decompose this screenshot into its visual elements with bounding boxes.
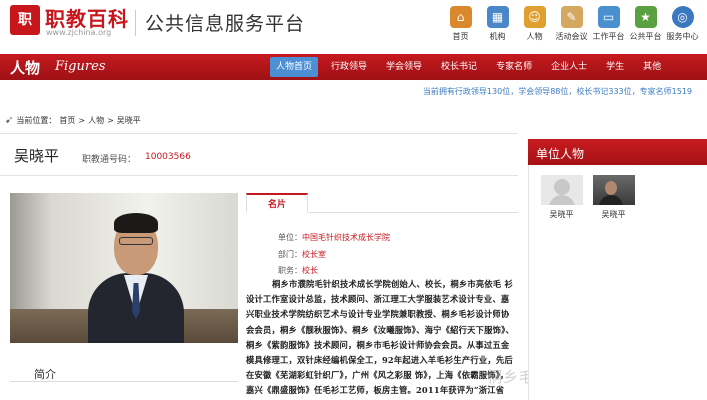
tab-intro-label: 简介	[34, 368, 56, 381]
field-value[interactable]: 校长室	[302, 250, 326, 259]
monitor-icon: ▭	[597, 6, 620, 28]
topnav-label: 人物	[526, 32, 543, 41]
field-label: 部门：	[278, 250, 302, 259]
breadcrumb-current: 吴晓平	[116, 116, 141, 125]
field-department: 部门：校长室	[278, 249, 326, 260]
field-value[interactable]: 校长	[302, 266, 318, 275]
nav-principals[interactable]: 校长书记	[435, 57, 483, 77]
section-title: 人物	[10, 59, 41, 77]
platform-title: 公共信息服务平台	[145, 13, 306, 35]
topnav-home[interactable]: ⌂ 首页	[442, 6, 479, 42]
person-photo	[10, 193, 238, 343]
bio-text: 桐乡市濮院毛针织技术成长学院创始人、校长，桐乡市亮依毛 衫设计工作室设计总监，技…	[246, 279, 514, 396]
nav-society-leaders[interactable]: 学会领导	[380, 57, 428, 77]
topnav-label: 服务中心	[666, 32, 699, 41]
side-panel-header: 单位人物	[528, 139, 707, 165]
nav-business[interactable]: 企业人士	[545, 57, 593, 77]
side-person-name: 吴晓平	[601, 210, 626, 219]
side-person[interactable]: 吴晓平	[591, 175, 636, 220]
nav-students[interactable]: 学生	[600, 57, 630, 77]
breadcrumb-home[interactable]: 首页	[59, 115, 75, 126]
nav-experts[interactable]: 专家名师	[490, 57, 538, 77]
nav-people-home[interactable]: 人物首页	[270, 57, 319, 77]
tab-card[interactable]: 名片	[246, 193, 308, 213]
reg-number-value: 10003566	[145, 152, 191, 162]
topnav-label: 工作平台	[592, 32, 625, 41]
divider	[0, 175, 518, 176]
breadcrumb-separator: >	[107, 116, 114, 125]
tab-intro[interactable]: 简介	[10, 358, 238, 382]
avatar	[592, 175, 635, 205]
people-icon: ☺	[523, 6, 546, 28]
top-nav: ⌂ 首页 ▦ 机构 ☺ 人物 ✎ 活动会议 ▭ 工作平台 ★ 公共平台 ◎ 服务…	[442, 6, 701, 42]
topnav-label: 机构	[489, 32, 506, 41]
breadcrumb: ➹ 当前位置： 首页 > 人物 > 吴晓平	[5, 115, 141, 126]
topnav-label: 公共平台	[629, 32, 662, 41]
section-navbar: 人物 Figures 人物首页 行政领导 学会领导 校长书记 专家名师 企业人士…	[0, 54, 707, 80]
topnav-institution[interactable]: ▦ 机构	[479, 6, 516, 42]
field-unit: 单位：中国毛针织技术成长学院	[278, 232, 390, 243]
side-person[interactable]: 吴晓平	[539, 175, 584, 220]
field-position: 职务：校长	[278, 265, 318, 276]
topnav-label: 活动会议	[555, 32, 588, 41]
side-panel-title: 单位人物	[536, 147, 585, 161]
topnav-workspace[interactable]: ▭ 工作平台	[590, 6, 627, 42]
person-name: 吴晓平	[14, 147, 60, 165]
topnav-service[interactable]: ◎ 服务中心	[664, 6, 701, 42]
field-value[interactable]: 中国毛针织技术成长学院	[302, 233, 390, 242]
card-tabs: 名片	[246, 193, 518, 213]
stats-text: 当前拥有行政领导130位，学会领导88位，校长书记333位，专家名师1519	[422, 87, 692, 96]
field-label: 单位：	[278, 233, 302, 242]
nav-other[interactable]: 其他	[637, 57, 667, 77]
topnav-public[interactable]: ★ 公共平台	[627, 6, 664, 42]
breadcrumb-separator: >	[78, 116, 86, 125]
breadcrumb-label: 当前位置：	[16, 116, 57, 125]
breadcrumb-people[interactable]: 人物	[88, 115, 104, 126]
home-icon: ⌂	[449, 6, 472, 28]
topnav-label: 首页	[452, 32, 469, 41]
logo-url: www.zjchina.org	[46, 28, 112, 37]
section-title-en: Figures	[55, 59, 106, 74]
clipboard-icon: ✎	[560, 6, 583, 28]
reg-number-label: 职教通号码：	[82, 155, 137, 165]
section-nav-items: 人物首页 行政领导 学会领导 校长书记 专家名师 企业人士 学生 其他	[270, 57, 674, 77]
divider	[0, 133, 518, 134]
side-panel: 吴晓平 吴晓平	[528, 165, 707, 400]
site-header: 职 职教百科 www.zjchina.org 公共信息服务平台 ⌂ 首页 ▦ 机…	[0, 0, 707, 50]
location-pin-icon: ➹	[5, 115, 14, 126]
topnav-events[interactable]: ✎ 活动会议	[553, 6, 590, 42]
globe-icon: ◎	[671, 6, 694, 28]
topnav-people[interactable]: ☺ 人物	[516, 6, 553, 42]
logo-divider	[135, 10, 136, 36]
logo-icon[interactable]: 职	[10, 5, 40, 35]
nav-admin-leaders[interactable]: 行政领导	[325, 57, 373, 77]
side-person-name: 吴晓平	[549, 210, 574, 219]
avatar	[540, 175, 583, 205]
star-icon: ★	[634, 6, 657, 28]
field-label: 职务：	[278, 266, 302, 275]
building-icon: ▦	[486, 6, 509, 28]
